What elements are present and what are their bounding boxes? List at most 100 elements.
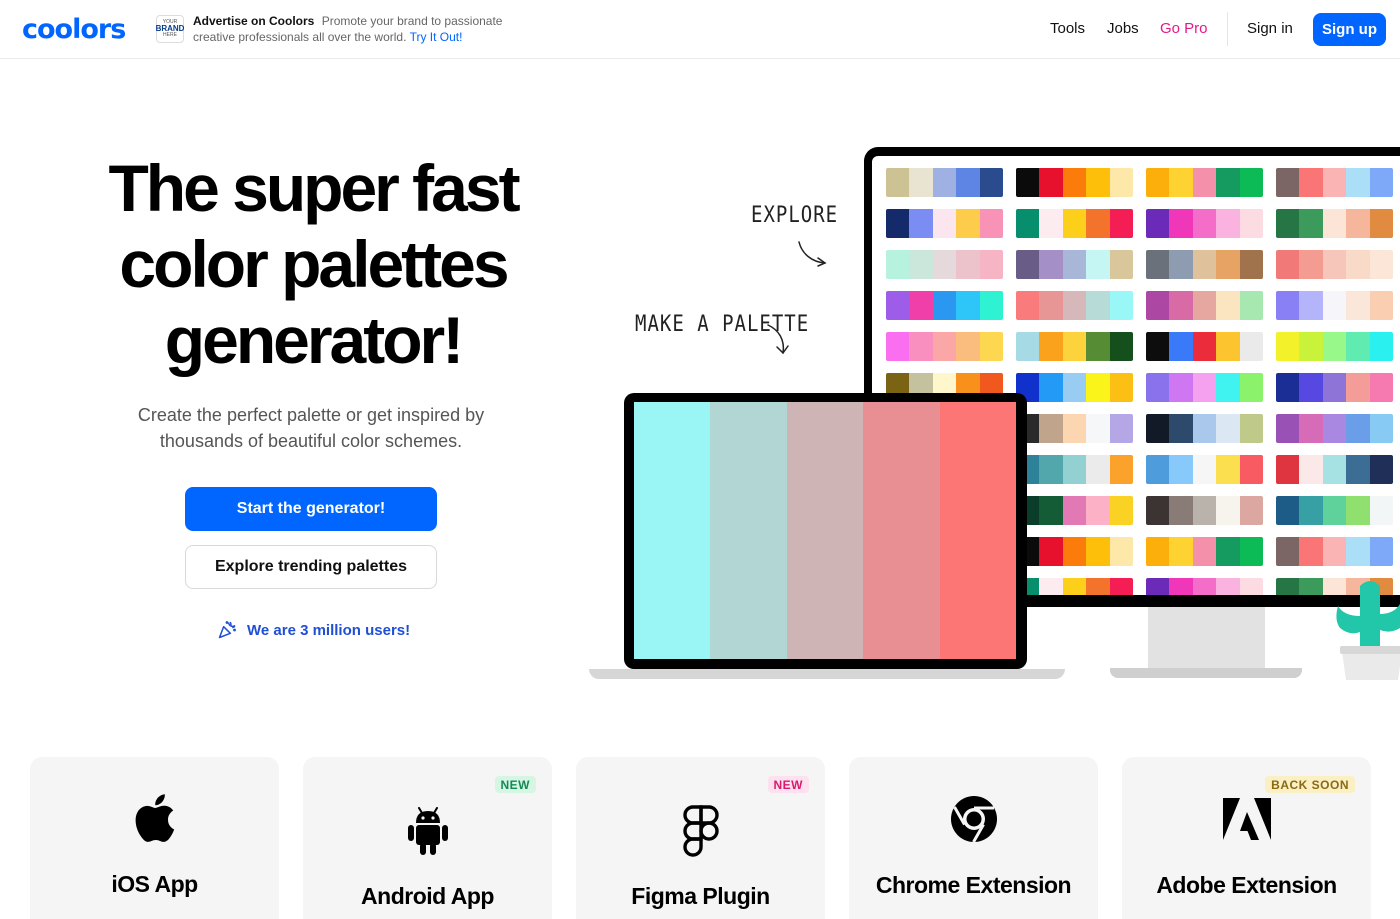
palette-swatch [1276, 496, 1300, 525]
palette-swatch [1016, 168, 1040, 197]
palette-swatch [1039, 496, 1063, 525]
palette-swatch [1216, 578, 1240, 595]
palette-swatch [1062, 537, 1087, 566]
palette-swatch [1299, 537, 1323, 566]
palette-swatch [1322, 373, 1347, 402]
back-soon-badge: BACK SOON [1265, 776, 1355, 793]
mini-palette [1146, 455, 1263, 484]
new-badge: NEW [494, 776, 536, 793]
palette-swatch [1109, 291, 1133, 320]
sign-up-button[interactable]: Sign up [1313, 13, 1386, 46]
palette-swatch [979, 209, 1003, 238]
card-adobe-label: Adobe Extension [1156, 872, 1337, 898]
palette-swatch [1346, 414, 1370, 443]
palette-swatch [1109, 209, 1133, 238]
cactus-plant-icon [1336, 581, 1400, 680]
palette-swatch [1169, 250, 1193, 279]
card-ios-app[interactable]: iOS App [30, 757, 279, 919]
palette-swatch [979, 291, 1003, 320]
palette-swatch [1192, 578, 1217, 595]
palette-swatch [1062, 414, 1087, 443]
palette-swatch [1239, 332, 1263, 361]
start-generator-button[interactable]: Start the generator! [185, 487, 437, 531]
palette-swatch [932, 168, 957, 197]
ad-try-link[interactable]: Try It Out! [410, 30, 463, 44]
palette-swatch [1062, 332, 1087, 361]
ad-brand-badge-icon[interactable]: YOUR BRAND HERE [156, 15, 184, 43]
palette-swatch [1346, 250, 1370, 279]
explore-trending-button[interactable]: Explore trending palettes [185, 545, 437, 589]
palette-swatch [1169, 209, 1193, 238]
adobe-icon [1222, 798, 1271, 840]
palette-swatch [1299, 332, 1323, 361]
palette-swatch [1169, 496, 1193, 525]
palette-swatch [979, 168, 1003, 197]
palette-swatch [1109, 578, 1133, 595]
palette-swatch [1146, 250, 1170, 279]
palette-swatch [886, 291, 910, 320]
ad-banner[interactable]: Advertise on Coolors Promote your brand … [193, 13, 533, 45]
palette-swatch [1109, 168, 1133, 197]
palette-swatch [1146, 414, 1170, 443]
palette-swatch [1169, 455, 1193, 484]
palette-swatch [1192, 168, 1217, 197]
palette-swatch [1369, 414, 1393, 443]
mini-palette [1016, 455, 1133, 484]
palette-swatch [1216, 250, 1240, 279]
palette-swatch [1039, 455, 1063, 484]
palette-swatch [1322, 496, 1347, 525]
mini-palette [1146, 250, 1263, 279]
palette-swatch [1239, 455, 1263, 484]
palette-swatch [1169, 414, 1193, 443]
card-chrome-label: Chrome Extension [875, 872, 1072, 898]
hero-title-line-3: generator! [164, 303, 464, 377]
palette-swatch [1299, 209, 1323, 238]
palette-swatch [1086, 291, 1110, 320]
palette-swatch [1299, 373, 1323, 402]
users-count-link[interactable]: We are 3 million users! [217, 620, 410, 640]
palette-swatch [956, 209, 980, 238]
mini-palette [1016, 332, 1133, 361]
mini-palette [1146, 537, 1263, 566]
mini-palette [886, 209, 1003, 238]
palette-swatch [1322, 291, 1347, 320]
palette-swatch [1299, 168, 1323, 197]
palette-swatch [1216, 373, 1240, 402]
hero-subtitle: Create the perfect palette or get inspir… [137, 405, 485, 451]
laptop-swatch [786, 402, 864, 659]
card-chrome-extension[interactable]: Chrome Extension [849, 757, 1098, 919]
palette-swatch [1062, 373, 1087, 402]
palette-swatch [1109, 250, 1133, 279]
palette-swatch [1039, 373, 1063, 402]
palette-swatch [1146, 455, 1170, 484]
nav-sign-in[interactable]: Sign in [1247, 20, 1293, 37]
palette-swatch [1146, 373, 1170, 402]
palette-swatch [1109, 496, 1133, 525]
palette-swatch [1146, 537, 1170, 566]
mini-palette [1016, 250, 1133, 279]
mini-palette [1016, 578, 1133, 595]
palette-swatch [1062, 496, 1087, 525]
card-figma-plugin[interactable]: NEW Figma Plugin [576, 757, 825, 919]
hero-title: The super fast color palettes generator! [60, 150, 566, 378]
mini-palette [1146, 291, 1263, 320]
palette-swatch [1169, 332, 1193, 361]
palette-swatch [1086, 578, 1110, 595]
monitor-stand [1148, 607, 1265, 670]
palette-swatch [1169, 168, 1193, 197]
palette-swatch [1346, 496, 1370, 525]
palette-swatch [1086, 414, 1110, 443]
palette-swatch [932, 332, 957, 361]
nav-go-pro[interactable]: Go Pro [1160, 20, 1208, 37]
laptop-swatch [634, 402, 711, 659]
nav-tools[interactable]: Tools [1050, 20, 1085, 37]
palette-swatch [1239, 537, 1263, 566]
coolors-logo[interactable]: coolors [22, 14, 126, 45]
hero-title-line-2: color palettes [119, 227, 509, 301]
palette-swatch [1192, 291, 1217, 320]
make-palette-arrow-icon [767, 324, 789, 355]
palette-swatch [1322, 168, 1347, 197]
nav-jobs[interactable]: Jobs [1107, 20, 1139, 37]
card-android-app[interactable]: NEW Android App [303, 757, 552, 919]
card-adobe-extension[interactable]: BACK SOON Adobe Extension [1122, 757, 1371, 919]
